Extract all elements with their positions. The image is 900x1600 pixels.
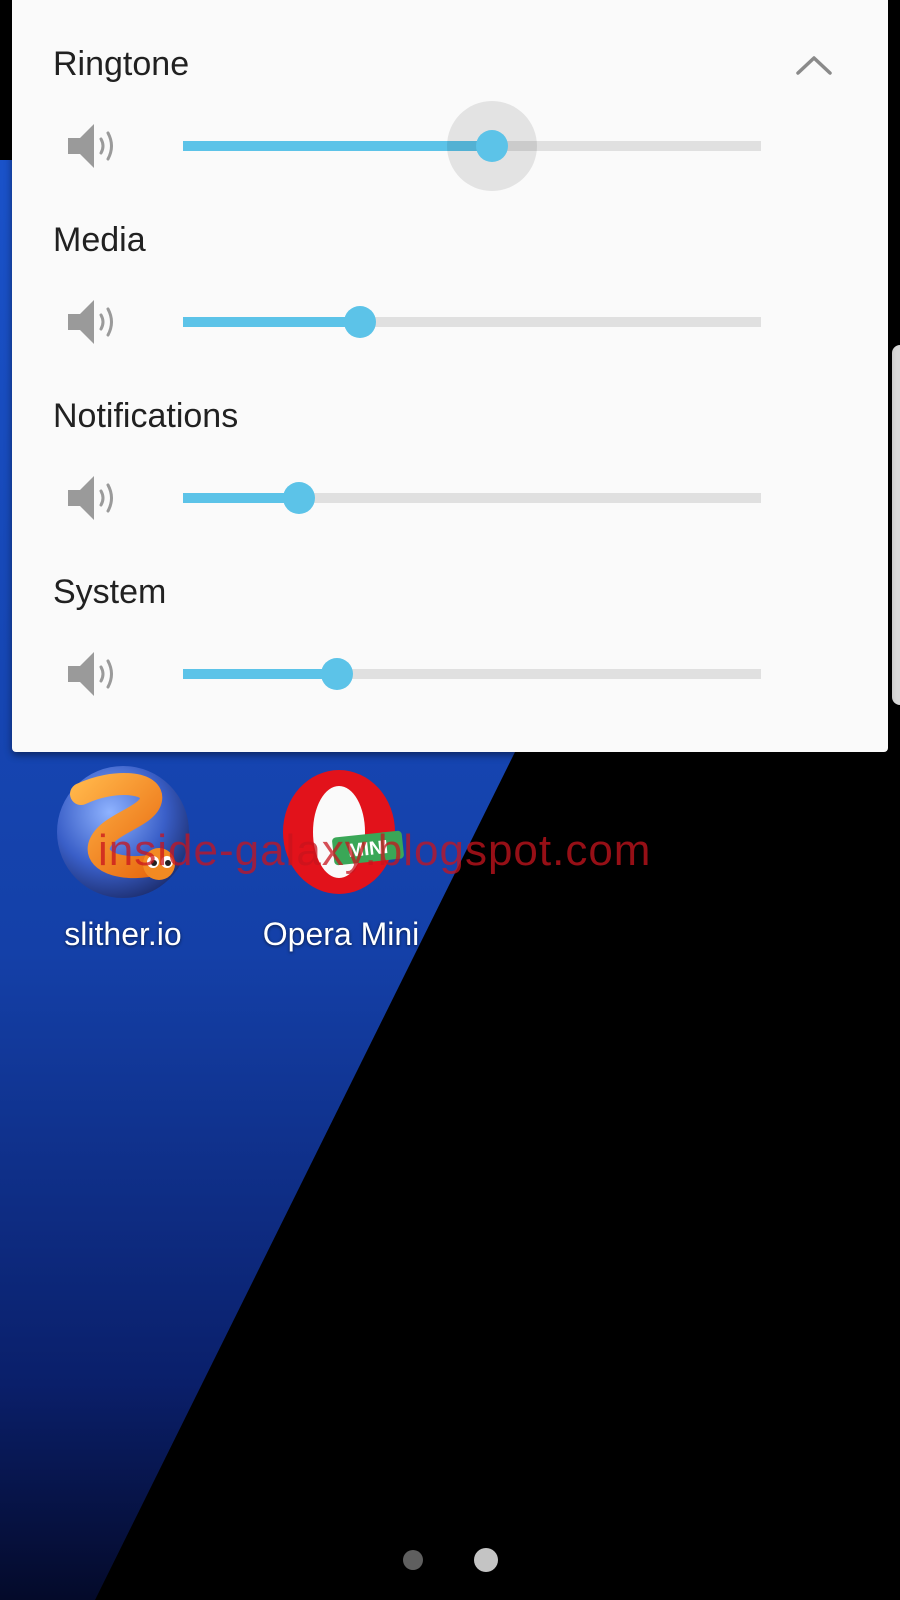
volume-row-ringtone: Ringtone xyxy=(12,0,888,191)
page-dot-2-current[interactable] xyxy=(474,1548,498,1572)
page-dot-1[interactable] xyxy=(403,1550,423,1570)
speaker-icon[interactable] xyxy=(64,470,120,526)
slider-thumb[interactable] xyxy=(476,130,509,162)
notifications-volume-slider[interactable] xyxy=(183,480,761,516)
app-label-opera-mini: Opera Mini xyxy=(262,916,420,952)
media-volume-slider[interactable] xyxy=(183,304,761,340)
ringtone-volume-slider[interactable] xyxy=(183,101,761,191)
volume-row-media: Media xyxy=(12,176,888,352)
system-volume-slider[interactable] xyxy=(183,656,761,692)
watermark: inside-galaxy.blogspot.com xyxy=(98,826,652,875)
volume-row-notifications: Notifications xyxy=(12,352,888,528)
ringtone-label: Ringtone xyxy=(53,45,190,83)
speaker-icon[interactable] xyxy=(64,646,120,702)
slider-thumb[interactable] xyxy=(344,306,377,338)
page-indicator xyxy=(0,1548,900,1572)
speaker-icon[interactable] xyxy=(64,118,120,174)
slider-fill xyxy=(183,317,361,327)
slider-fill xyxy=(183,669,337,679)
slider-thumb[interactable] xyxy=(282,482,315,514)
speaker-icon[interactable] xyxy=(64,294,120,350)
slider-fill xyxy=(183,141,493,151)
slider-thumb[interactable] xyxy=(320,658,353,690)
edge-panel-handle[interactable] xyxy=(892,345,900,705)
media-label: Media xyxy=(53,221,146,259)
slider-fill xyxy=(183,493,299,503)
notifications-label: Notifications xyxy=(53,397,239,435)
app-label-slither-io: slither.io xyxy=(64,916,182,952)
system-label: System xyxy=(53,573,167,611)
volume-panel: Ringtone Media Notifications System xyxy=(12,0,888,752)
volume-row-system: System xyxy=(12,528,888,704)
